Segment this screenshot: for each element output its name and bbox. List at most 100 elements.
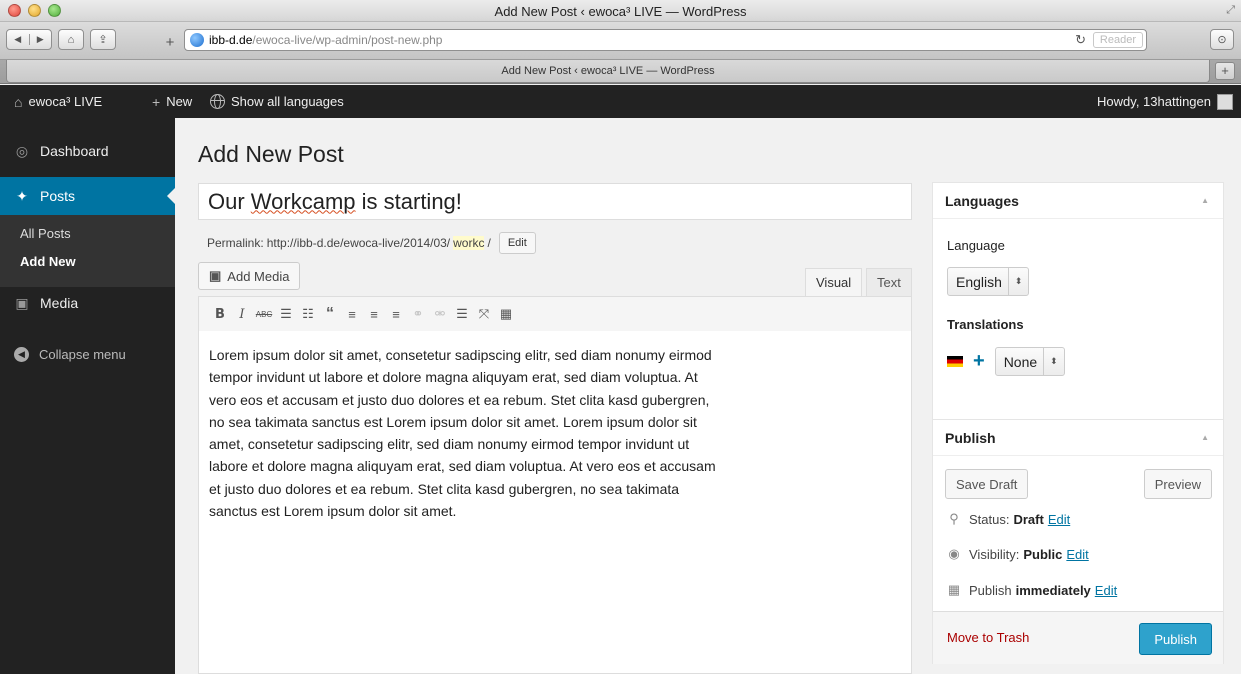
toggle-arrow-icon[interactable]: ▲ [1201,196,1209,205]
plus-icon: + [152,93,161,110]
edit-schedule-link[interactable]: Edit [1095,583,1117,598]
media-icon: ▣ [15,294,29,311]
submenu-add-new[interactable]: Add New [20,254,76,269]
tab-bar: Add New Post ‹ ewoca³ LIVE — WordPress + [0,60,1241,84]
collapse-menu-button[interactable]: ◀ Collapse menu [0,335,175,373]
address-bar[interactable]: ibb-d.de/ewoca-live/wp-admin/post-new.ph… [184,29,1147,51]
eye-icon: ◉ [948,546,960,561]
translation-row: + None ⬍ [947,347,1065,376]
tab-active[interactable]: Add New Post ‹ ewoca³ LIVE — WordPress [6,60,1210,83]
howdy-text: Howdy, 13hattingen [1097,94,1211,109]
add-translation-icon[interactable]: + [973,350,985,373]
reload-icon[interactable]: ↻ [1075,30,1086,50]
unlink-icon[interactable]: ⚮ [431,305,449,323]
submenu-all-posts[interactable]: All Posts [20,226,71,241]
edit-visibility-link[interactable]: Edit [1066,547,1088,562]
align-center-icon[interactable]: ≡ [365,305,383,323]
blockquote-icon[interactable]: “ [321,305,339,323]
link-icon[interactable]: ⚭ [409,305,427,323]
align-left-icon[interactable]: ≡ [343,305,361,323]
strikethrough-icon[interactable]: ABC [255,305,273,323]
permalink-row: Permalink: http://ibb-d.de/ewoca-live/20… [207,232,536,254]
sidebar-item-dashboard[interactable]: ◎ Dashboard [0,132,175,170]
site-favicon-icon [190,33,204,47]
edit-status-link[interactable]: Edit [1048,512,1070,527]
add-media-label: Add Media [227,268,290,284]
new-label: New [166,94,193,109]
languages-box-header[interactable]: Languages ▲ [933,183,1223,219]
reader-button[interactable]: Reader [1092,32,1143,48]
admin-bar-new[interactable]: + New [152,85,192,118]
italic-icon[interactable]: I [233,305,251,323]
calendar-icon: ▦ [947,582,961,597]
post-content-editor[interactable]: Lorem ipsum dolor sit amet, consetetur s… [198,331,912,674]
languages-box-title: Languages [945,192,1019,209]
pushpin-icon: ✦ [16,187,28,204]
sidebar-item-posts[interactable]: ✦ Posts [0,177,175,215]
preview-button[interactable]: Preview [1143,469,1212,499]
german-flag-icon [947,356,963,367]
publish-box-header[interactable]: Publish ▲ [933,420,1223,456]
tab-visual[interactable]: Visual [805,268,863,297]
posts-submenu: All Posts Add New [0,215,175,287]
toggle-arrow-icon[interactable]: ▲ [1201,433,1209,442]
downloads-icon[interactable]: ⊙ [1210,29,1234,50]
kitchen-sink-icon[interactable]: ▦ [497,305,515,323]
publish-actions: Move to Trash Publish [933,611,1223,664]
admin-bar-account[interactable]: Howdy, 13hattingen [1097,85,1233,118]
permalink-base: http://ibb-d.de/ewoca-live/2014/03/ [266,236,451,250]
translations-label: Translations [947,317,1024,332]
back-forward-buttons: ◀ ▶ [6,29,52,50]
pin-icon: ⚲ [949,511,959,526]
post-title-part: is starting! [355,188,462,214]
publish-value: immediately [1015,582,1091,598]
sidebar-item-label: Posts [40,188,76,204]
add-bookmark-icon[interactable]: + [160,32,180,53]
fullscreen-icon[interactable]: ⤧ [475,305,493,323]
back-icon[interactable]: ◀ [7,34,29,45]
save-draft-button[interactable]: Save Draft [945,469,1029,499]
fullscreen-icon[interactable]: ⤢ [1226,4,1235,17]
language-select-value: English [956,273,1002,290]
select-arrows-icon: ⬍ [1007,268,1029,295]
move-to-trash-link[interactable]: Move to Trash [947,630,1029,645]
forward-icon[interactable]: ▶ [28,34,52,45]
visibility-label: Visibility: [969,546,1020,562]
language-select[interactable]: English ⬍ [947,267,1030,296]
sidebar-item-label: Dashboard [40,143,109,159]
new-tab-icon[interactable]: + [1215,62,1235,80]
bullet-list-icon[interactable]: ☰ [277,305,295,323]
visibility-row: ◉ Visibility: Public Edit [947,546,1088,562]
sidebar-item-media[interactable]: ▣ Media [0,284,175,322]
sidebar-item-label: Media [40,295,79,311]
publish-box: Publish ▲ Save Draft Preview ⚲ Status: D… [932,419,1224,664]
status-value: Draft [1013,511,1044,527]
home-icon: ⌂ [14,93,23,110]
admin-bar-site[interactable]: ⌂ ewoca³ LIVE [14,85,102,118]
permalink-edit-button[interactable]: Edit [498,232,536,254]
url-path: /ewoca-live/wp-admin/post-new.php [252,33,443,47]
align-right-icon[interactable]: ≡ [387,305,405,323]
page-title: Add New Post [198,141,344,167]
share-icon[interactable]: ⇪ [90,29,116,50]
publish-button[interactable]: Publish [1139,623,1212,655]
permalink-slug[interactable]: workc [453,236,485,250]
publish-label: Publish [969,582,1012,598]
languages-label: Show all languages [231,94,344,109]
translation-select[interactable]: None ⬍ [994,347,1065,376]
numbered-list-icon[interactable]: ☷ [299,305,317,323]
window-titlebar: Add New Post ‹ ewoca³ LIVE — WordPress ⤢ [0,0,1241,22]
browser-toolbar: ◀ ▶ ⌂ ⇪ + ibb-d.de/ewoca-live/wp-admin/p… [0,22,1241,60]
avatar [1217,93,1233,110]
schedule-row: ▦ Publish immediately Edit [947,582,1117,598]
post-title-input[interactable]: Our Workcamp is starting! [198,183,912,220]
wp-admin-bar: ⌂ ewoca³ LIVE + New Show all languages H… [0,85,1241,118]
admin-bar-languages[interactable]: Show all languages [210,85,344,118]
bold-icon[interactable]: B [211,305,229,323]
read-more-icon[interactable]: ☰ [453,305,471,323]
home-icon[interactable]: ⌂ [58,29,84,50]
tab-text[interactable]: Text [866,268,912,297]
url-host: ibb-d.de [209,33,253,47]
translation-select-value: None [1003,353,1038,370]
add-media-button[interactable]: ▣ Add Media [198,262,301,290]
